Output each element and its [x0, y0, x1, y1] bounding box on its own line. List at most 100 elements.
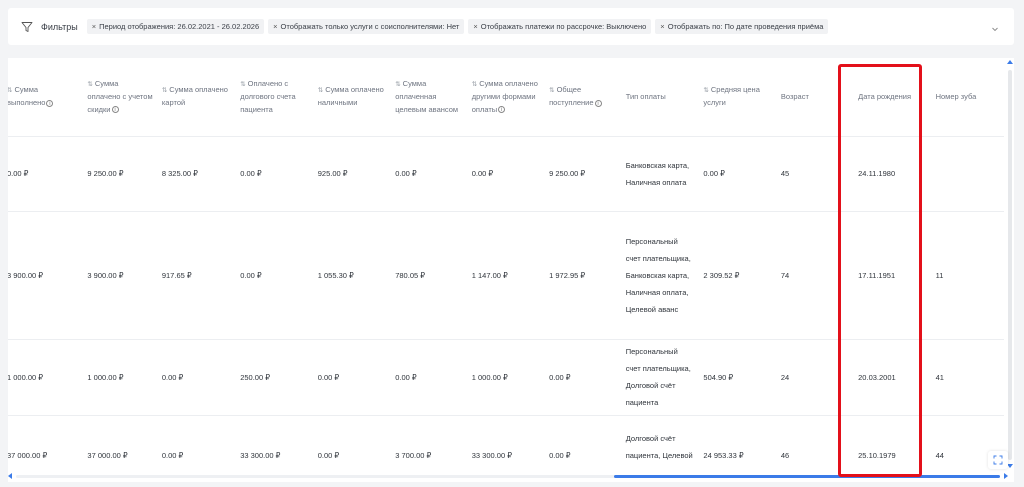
column-header-label: Тип оплаты: [625, 91, 666, 101]
sort-icon[interactable]: ⇅: [549, 87, 554, 94]
table-row[interactable]: 3 900.00 ₽3 900.00 ₽917.65 ₽0.00 ₽1 055.…: [8, 211, 1004, 340]
table-cell: 24.11.1980: [855, 136, 933, 212]
column-header[interactable]: ⇅ Сумма оплаченная целевым авансом: [392, 58, 469, 137]
fullscreen-button[interactable]: [988, 451, 1008, 469]
table-cell: 0.00 ₽: [8, 136, 85, 212]
table-cell: 3 700.00 ₽: [392, 415, 469, 470]
table-cell: 1 972.95 ₽: [546, 211, 623, 340]
table-header-row: ⇅ Сумма выполнено i ⇅ Сумма оплачено с учето…: [8, 58, 1004, 137]
table-cell: Персональный счет плательщика, Долговой …: [622, 339, 701, 416]
sort-icon[interactable]: ⇅: [240, 81, 245, 88]
table-cell: 1 055.30 ₽: [314, 211, 393, 340]
table-cell: 0.00 ₽: [237, 136, 315, 212]
vertical-scrollbar[interactable]: [1007, 60, 1013, 468]
table-row[interactable]: 1 000.00 ₽1 000.00 ₽0.00 ₽250.00 ₽0.00 ₽…: [8, 339, 1004, 416]
filter-funnel-icon[interactable]: [21, 20, 35, 34]
scroll-right-arrow-icon[interactable]: [1004, 473, 1008, 479]
table-cell: 0.00 ₽: [158, 339, 238, 416]
chevron-down-icon[interactable]: [990, 21, 1000, 32]
table-row[interactable]: 37 000.00 ₽37 000.00 ₽0.00 ₽33 300.00 ₽0…: [8, 415, 1004, 470]
column-header[interactable]: ⇅ Сумма оплачено наличными: [314, 58, 393, 137]
table-cell: 3 900.00 ₽: [84, 211, 159, 340]
sort-icon[interactable]: ⇅: [395, 81, 400, 88]
column-header-label: Оплачено с долгового счета пациента: [240, 78, 296, 114]
sort-icon[interactable]: ⇅: [472, 81, 477, 88]
table-cell: 33 300.00 ₽: [468, 415, 547, 470]
table-cell: 20.03.2001: [855, 339, 933, 416]
column-header-label: Дата рождения: [858, 91, 912, 101]
column-header[interactable]: Дата рождения: [855, 58, 933, 137]
table-cell: 1 000.00 ₽: [8, 339, 85, 416]
horizontal-scrollbar[interactable]: [8, 472, 1008, 480]
scroll-up-arrow-icon[interactable]: [1007, 60, 1013, 64]
info-icon[interactable]: i: [111, 106, 119, 114]
filter-chip-installments[interactable]: × Отображать платежи по рассрочке: Выключ…: [468, 19, 652, 34]
table-cell: 0.00 ₽: [158, 415, 238, 470]
table-cell: 9 250.00 ₽: [546, 136, 623, 212]
column-header[interactable]: ⇅ Сумма оплачено другими формами оплаты i: [468, 58, 547, 137]
table-cell: 925.00 ₽: [314, 136, 393, 212]
table-cell: 33 300.00 ₽: [237, 415, 315, 470]
info-icon[interactable]: i: [46, 99, 54, 107]
filter-chip-coexecutors[interactable]: × Отображать только услуги с соисполнител…: [268, 19, 465, 34]
table-cell: 0.00 ₽: [314, 415, 393, 470]
table-row[interactable]: 0.00 ₽9 250.00 ₽8 325.00 ₽0.00 ₽925.00 ₽…: [8, 136, 1004, 212]
table-cell: 917.65 ₽: [158, 211, 238, 340]
table-cell: 37 000.00 ₽: [84, 415, 159, 470]
scroll-left-arrow-icon[interactable]: [8, 473, 12, 479]
table-cell: 504.90 ₽: [700, 339, 778, 416]
chip-remove-icon[interactable]: ×: [473, 22, 477, 31]
table-cell: Персональный счет плательщика, Банковска…: [622, 211, 701, 340]
column-header[interactable]: Тип оплаты: [622, 58, 701, 137]
column-header[interactable]: ⇅ Сумма оплачено картой: [158, 58, 238, 137]
table-cell: 41: [932, 339, 1004, 416]
filter-chip-display-by[interactable]: × Отображать по: По дате проведения приём…: [655, 19, 829, 34]
column-header-label: Номер зуба: [935, 91, 977, 101]
sort-icon[interactable]: ⇅: [162, 87, 167, 94]
column-header[interactable]: ⇅ Сумма выполнено i: [8, 58, 85, 137]
table-cell: 2 309.52 ₽: [700, 211, 778, 340]
vertical-scroll-track[interactable]: [1008, 70, 1012, 460]
column-header-label: Средняя цена услуги: [703, 84, 760, 108]
table-cell: Долговой счёт пациента, Целевой аванс: [622, 415, 701, 470]
column-header[interactable]: ⇅ Сумма оплачено с учетом скидки i: [84, 58, 159, 137]
table-cell: 74: [777, 211, 856, 340]
table-cell: 17.11.1951: [855, 211, 933, 340]
table-cell: 0.00 ₽: [468, 136, 547, 212]
info-icon[interactable]: i: [594, 99, 602, 107]
column-header-label: Сумма оплачено картой: [161, 84, 228, 108]
chip-remove-icon[interactable]: ×: [273, 22, 277, 31]
table-cell: 8 325.00 ₽: [158, 136, 238, 212]
filters-label[interactable]: Фильтры: [41, 22, 78, 32]
sort-icon[interactable]: ⇅: [87, 81, 92, 88]
column-header-label: Сумма оплаченная целевым авансом: [395, 78, 459, 114]
sort-icon[interactable]: ⇅: [8, 87, 12, 94]
report-table: ⇅ Сумма выполнено i ⇅ Сумма оплачено с учето…: [8, 58, 1004, 470]
table-cell: 45: [777, 136, 856, 212]
column-header[interactable]: Номер зуба: [932, 58, 1004, 137]
column-header[interactable]: ⇅ Общее поступление i: [546, 58, 623, 137]
table-viewport[interactable]: ⇅ Сумма выполнено i ⇅ Сумма оплачено с учето…: [8, 58, 1008, 470]
column-header[interactable]: ⇅ Средняя цена услуги: [700, 58, 778, 137]
table-cell: 37 000.00 ₽: [8, 415, 85, 470]
table-cell: 780.05 ₽: [392, 211, 469, 340]
filter-bar[interactable]: Фильтры × Период отображения: 26.02.2021 …: [8, 8, 1014, 45]
column-header[interactable]: ⇅ Оплачено с долгового счета пациента: [237, 58, 315, 137]
table-cell: 25.10.1979: [855, 415, 933, 470]
column-header-label: Возраст: [780, 91, 809, 101]
column-header[interactable]: Возраст: [777, 58, 856, 137]
table-cell: Банковская карта, Наличная оплата: [622, 136, 701, 212]
table-cell: 46: [777, 415, 856, 470]
horizontal-scroll-thumb[interactable]: [614, 475, 1000, 478]
table-cell: 0.00 ₽: [700, 136, 778, 212]
sort-icon[interactable]: ⇅: [318, 87, 323, 94]
filter-chip-period[interactable]: × Период отображения: 26.02.2021 - 26.02.…: [86, 19, 265, 34]
chip-remove-icon[interactable]: ×: [92, 22, 96, 31]
info-icon[interactable]: i: [498, 106, 506, 114]
table-cell: [932, 136, 1004, 212]
sort-icon[interactable]: ⇅: [703, 87, 708, 94]
column-header-label: Сумма выполнено: [8, 84, 46, 108]
table-cell: 11: [932, 211, 1004, 340]
table-cell: 0.00 ₽: [314, 339, 393, 416]
chip-remove-icon[interactable]: ×: [660, 22, 664, 31]
